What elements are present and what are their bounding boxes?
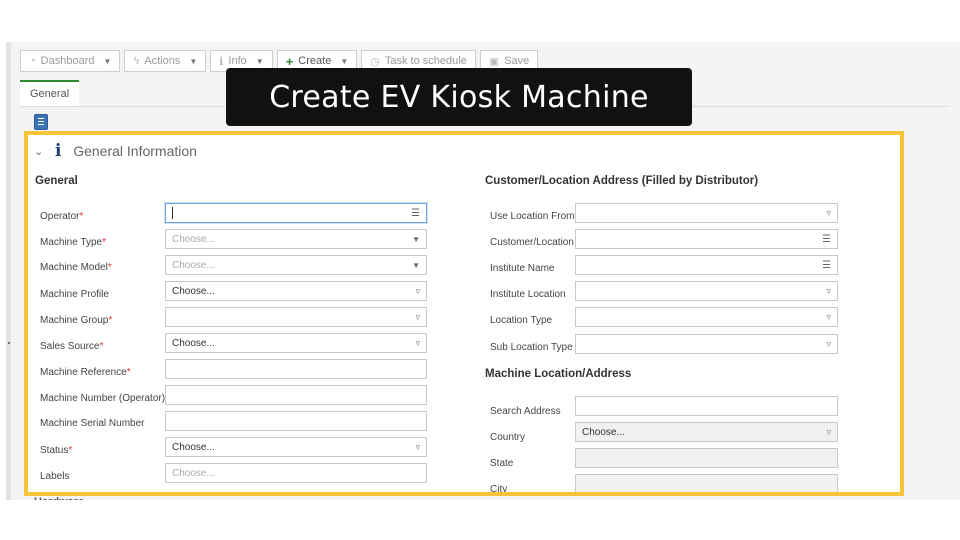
info-icon: ℹ [219, 55, 224, 68]
hardware-section-header[interactable]: Hardware [34, 496, 84, 500]
search-address-input[interactable] [575, 396, 838, 416]
use-location-from-label: Use Location From [490, 210, 575, 222]
labels-input[interactable]: Choose... [165, 463, 427, 483]
clock-icon: ◷ [370, 55, 380, 68]
institute-location-select[interactable]: ▿ [575, 281, 838, 301]
use-location-from-select[interactable]: ▿ [575, 203, 838, 223]
info-label: Info [228, 55, 247, 67]
machine-serial-number-input[interactable] [165, 411, 427, 431]
state-input[interactable] [575, 448, 838, 468]
operator-label: Operator * [40, 210, 84, 222]
dashboard-label: Dashboard [40, 55, 95, 67]
country-select[interactable]: Choose... ▿ [575, 422, 838, 442]
machine-serial-number-label: Machine Serial Number [40, 417, 145, 429]
triangle-down-icon: ▿ [826, 311, 831, 322]
lightning-icon: ϟ [133, 55, 140, 67]
document-icon[interactable] [34, 114, 48, 130]
save-label: Save [504, 55, 530, 67]
group-title-customer-location: Customer/Location Address (Filled by Dis… [485, 175, 759, 187]
general-information-panel: ⌄ i General Information General Customer… [24, 131, 904, 496]
labels-label: Labels [40, 470, 70, 482]
machine-model-label: Machine Model * [40, 261, 112, 273]
list-icon[interactable]: ☰ [411, 208, 420, 219]
triangle-down-icon: ▿ [826, 338, 831, 349]
country-label: Country [490, 431, 526, 443]
info-icon: i [54, 141, 62, 161]
sales-source-label: Sales Source * [40, 340, 104, 352]
dashboard-button[interactable]: ◔ Dashboard ▼ [20, 50, 121, 72]
caret-down-icon: ▼ [412, 234, 420, 244]
caret-down-icon: ▼ [412, 260, 420, 270]
status-select[interactable]: Choose... ▿ [165, 437, 427, 457]
plus-icon: + [285, 53, 294, 69]
sub-location-type-select[interactable]: ▿ [575, 334, 838, 354]
section-title: General Information [73, 143, 197, 159]
task-label: Task to schedule [384, 55, 467, 67]
section-header[interactable]: ⌄ i General Information [34, 141, 197, 161]
machine-number-operator-label: Machine Number (Operator) [40, 392, 166, 404]
location-type-label: Location Type [490, 314, 553, 326]
sub-location-type-label: Sub Location Type [490, 341, 573, 353]
machine-reference-input[interactable] [165, 359, 427, 379]
triangle-down-icon: ▿ [826, 426, 831, 437]
machine-model-select[interactable]: Choose... ▼ [165, 255, 427, 275]
splitter-handle[interactable] [8, 342, 10, 344]
institute-name-label: Institute Name [490, 262, 555, 274]
machine-number-operator-input[interactable] [165, 385, 427, 405]
operator-field[interactable]: ☰ [165, 203, 427, 223]
machine-group-select[interactable]: ▿ [165, 307, 427, 327]
chevron-down-icon: ▼ [340, 56, 349, 66]
chevron-down-icon: ▼ [189, 56, 198, 66]
triangle-down-icon: ▿ [415, 441, 420, 452]
group-title-general: General [35, 175, 78, 187]
search-address-label: Search Address [490, 405, 561, 417]
chevron-down-icon: ▼ [103, 56, 112, 66]
group-title-machine-location: Machine Location/Address [485, 368, 632, 380]
tab-bar: General [20, 80, 80, 106]
triangle-down-icon: ▿ [415, 285, 420, 296]
tab-general[interactable]: General [20, 80, 80, 106]
chevron-down-icon[interactable]: ⌄ [34, 145, 43, 158]
machine-type-select[interactable]: Choose... ▼ [165, 229, 427, 249]
city-input[interactable] [575, 474, 838, 492]
list-icon[interactable]: ☰ [822, 260, 831, 271]
title-banner: Create EV Kiosk Machine [226, 68, 692, 126]
state-label: State [490, 457, 514, 469]
machine-group-label: Machine Group * [40, 314, 113, 326]
text-cursor [172, 207, 173, 219]
actions-label: Actions [144, 55, 181, 67]
create-label: Create [298, 55, 332, 67]
chevron-down-icon: ▼ [255, 56, 264, 66]
machine-reference-label: Machine Reference * [40, 366, 131, 378]
city-label: City [490, 483, 508, 495]
sales-source-select[interactable]: Choose... ▿ [165, 333, 427, 353]
location-type-select[interactable]: ▿ [575, 307, 838, 327]
triangle-down-icon: ▿ [415, 311, 420, 322]
dashboard-icon: ◔ [29, 55, 36, 67]
list-icon[interactable]: ☰ [822, 234, 831, 245]
institute-name-field[interactable]: ☰ [575, 255, 838, 275]
status-label: Status * [40, 444, 73, 456]
triangle-down-icon: ▿ [415, 337, 420, 348]
save-icon: ▣ [488, 55, 500, 68]
machine-type-label: Machine Type * [40, 236, 106, 248]
actions-button[interactable]: ϟ Actions ▼ [124, 50, 207, 72]
machine-profile-select[interactable]: Choose... ▿ [165, 281, 427, 301]
triangle-down-icon: ▿ [826, 207, 831, 218]
customer-location-field[interactable]: ☰ [575, 229, 838, 249]
triangle-down-icon: ▿ [826, 285, 831, 296]
customer-location-label: Customer/Location [490, 236, 574, 248]
institute-location-label: Institute Location [490, 288, 566, 300]
machine-profile-label: Machine Profile [40, 288, 109, 300]
